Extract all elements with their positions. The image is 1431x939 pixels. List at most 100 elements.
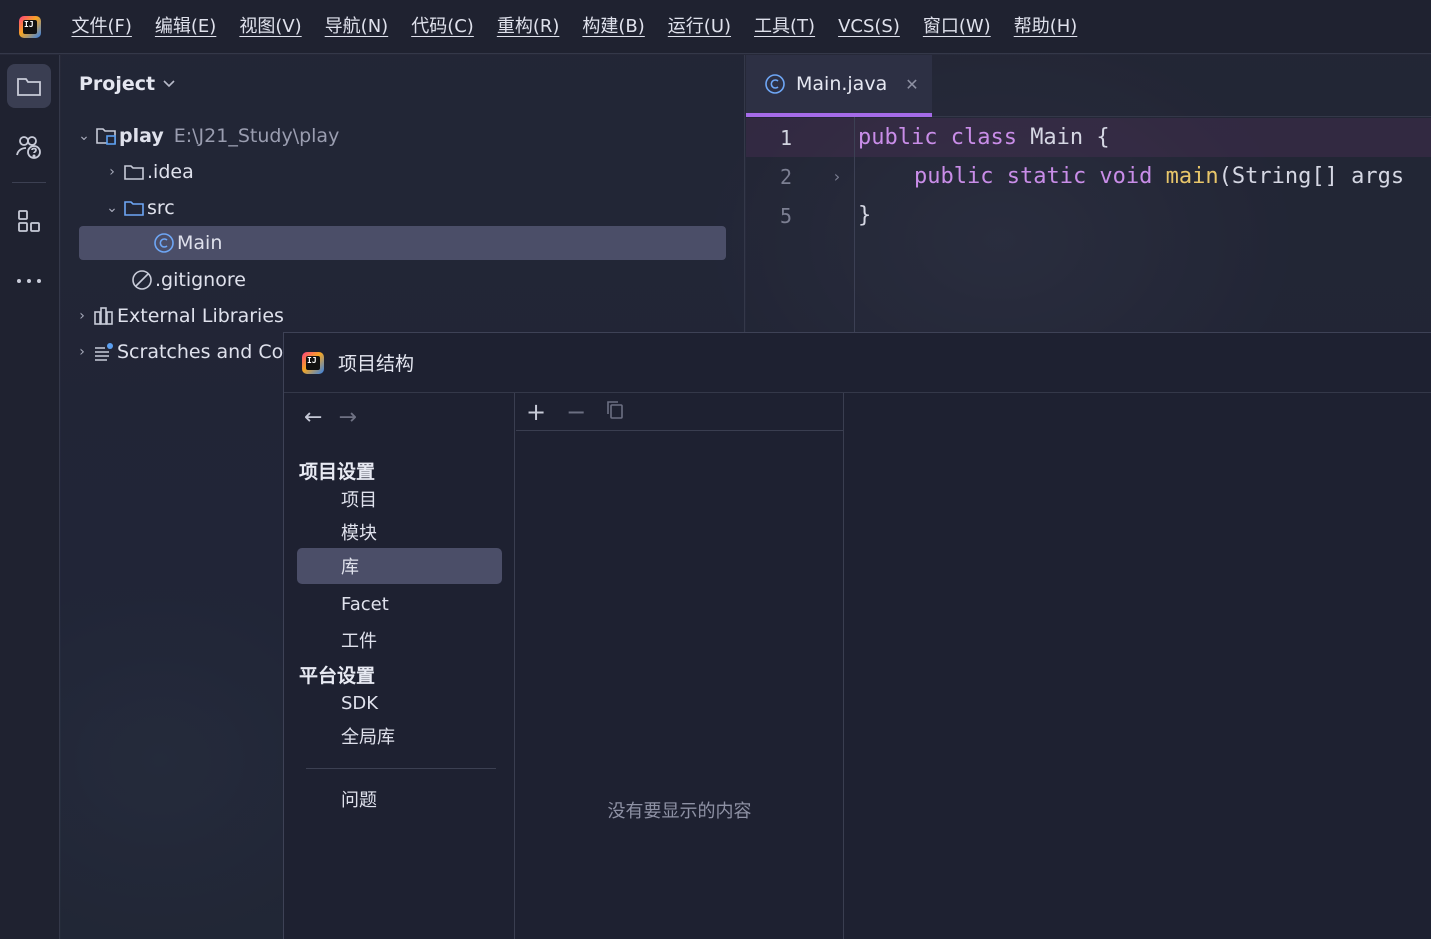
dialog-nav: ← →: [304, 405, 357, 430]
category-item-modules[interactable]: 模块: [297, 514, 502, 550]
root-name: play: [119, 125, 164, 147]
project-structure-dialog: IJ 项目结构 ← → 项目设置 项目 模块 库 Facet 工件 平台设置 S…: [283, 332, 1431, 939]
menu-tools[interactable]: 工具(T): [743, 0, 827, 54]
category-item-facet[interactable]: Facet: [297, 586, 502, 622]
code-text: public class Main {: [858, 125, 1110, 150]
chevron-right-icon[interactable]: ›: [103, 164, 121, 180]
column-divider[interactable]: [514, 393, 515, 939]
menu-code[interactable]: 代码(C): [400, 0, 486, 54]
menu-window[interactable]: 窗口(W): [911, 0, 1002, 54]
category-item-sdk[interactable]: SDK: [297, 685, 502, 721]
tree-item-idea[interactable]: › .idea: [103, 155, 194, 189]
gutter-divider: [854, 117, 855, 333]
tab-label: Main.java: [796, 73, 888, 95]
category-item-libraries[interactable]: 库: [297, 548, 502, 584]
category-item-artifacts[interactable]: 工件: [297, 622, 502, 658]
code-line[interactable]: 5 }: [746, 196, 1431, 235]
code-rest: (String[] args: [1218, 164, 1405, 189]
folder-icon: [17, 78, 41, 96]
module-folder-icon: [93, 126, 119, 146]
column-divider[interactable]: [843, 393, 844, 939]
line-number: 5: [779, 203, 792, 228]
more-dots-icon: [17, 279, 41, 283]
collab-tool-button[interactable]: [7, 125, 51, 169]
ignore-file-icon: [129, 269, 155, 291]
tool-separator: [12, 182, 46, 183]
tree-label: Scratches and Co: [117, 341, 284, 363]
code-rest: Main {: [1030, 125, 1110, 150]
library-toolbar: + −: [516, 393, 843, 431]
panel-title-label: Project: [79, 73, 156, 95]
code-text: public static void main(String[] args: [858, 164, 1404, 189]
tree-item-scratches[interactable]: › Scratches and Co: [73, 335, 283, 369]
dialog-title: 项目结构: [338, 353, 415, 375]
code-editor: Main.java ✕ 1 public class Main { 2 › pu…: [746, 55, 1431, 333]
category-separator: [306, 768, 496, 769]
tree-root[interactable]: ⌄ play E:\J21_Study\play: [75, 119, 339, 153]
empty-state-message: 没有要显示的内容: [607, 801, 752, 822]
code-line[interactable]: 2 › public static void main(String[] arg…: [746, 157, 1431, 196]
tree-label: .gitignore: [155, 269, 246, 291]
menu-edit[interactable]: 编辑(E): [143, 0, 227, 54]
category-item-global-libraries[interactable]: 全局库: [297, 718, 502, 754]
project-panel-title[interactable]: Project: [79, 73, 175, 95]
menu-build[interactable]: 构建(B): [571, 0, 656, 54]
source-folder-icon: [121, 199, 147, 217]
intellij-logo-icon: IJ: [19, 15, 41, 38]
java-class-icon: [765, 74, 785, 94]
code-keyword: public static void: [914, 164, 1166, 189]
category-header-platform-settings: 平台设置: [299, 665, 376, 687]
app-logo[interactable]: IJ: [0, 0, 60, 54]
structure-tool-button[interactable]: [7, 199, 51, 243]
project-tool-button[interactable]: [7, 64, 51, 108]
tree-label: Main: [177, 232, 223, 254]
tree-item-main[interactable]: Main: [79, 226, 726, 260]
folder-icon: [121, 163, 147, 181]
code-function: main: [1165, 164, 1219, 189]
add-icon[interactable]: +: [526, 400, 546, 424]
copy-icon[interactable]: [606, 400, 624, 424]
arrow-left-icon[interactable]: ←: [304, 405, 322, 430]
code-keyword: public class: [858, 125, 1031, 150]
dialog-header[interactable]: IJ 项目结构: [284, 333, 1431, 393]
fold-chevron-icon[interactable]: ›: [832, 167, 842, 186]
intellij-logo-icon: IJ: [302, 351, 324, 374]
menu-file[interactable]: 文件(F): [60, 0, 143, 54]
category-header-project-settings: 项目设置: [299, 461, 376, 483]
chevron-right-icon[interactable]: ›: [73, 344, 91, 360]
chevron-down-icon[interactable]: ⌄: [75, 128, 93, 144]
menu-run[interactable]: 运行(U): [656, 0, 742, 54]
tab-strip-border: [932, 116, 1431, 117]
close-icon[interactable]: ✕: [905, 75, 918, 94]
menu-navigate[interactable]: 导航(N): [313, 0, 400, 54]
tool-strip: [0, 55, 60, 939]
tree-item-gitignore[interactable]: .gitignore: [129, 263, 246, 297]
menu-bar: IJ 文件(F) 编辑(E) 视图(V) 导航(N) 代码(C) 重构(R) 构…: [0, 0, 1431, 54]
people-help-icon: [16, 136, 41, 159]
line-number: 2: [779, 164, 792, 189]
category-item-project[interactable]: 项目: [297, 481, 502, 517]
tree-label: .idea: [147, 161, 194, 183]
code-line[interactable]: 1 public class Main {: [746, 118, 1431, 157]
menu-vcs[interactable]: VCS(S): [827, 0, 912, 54]
menu-view[interactable]: 视图(V): [228, 0, 313, 54]
tree-label: External Libraries: [117, 305, 284, 327]
remove-icon[interactable]: −: [566, 400, 586, 424]
more-tools-button[interactable]: [7, 259, 51, 303]
tree-label: src: [147, 197, 175, 219]
menu-help[interactable]: 帮助(H): [1002, 0, 1089, 54]
chevron-down-icon: [163, 80, 175, 88]
library-icon: [91, 306, 117, 326]
tree-item-external-libraries[interactable]: › External Libraries: [73, 299, 284, 333]
menu-refactor[interactable]: 重构(R): [485, 0, 571, 54]
tree-item-src[interactable]: ⌄ src: [103, 191, 175, 225]
editor-tab-main[interactable]: Main.java ✕: [746, 55, 932, 117]
menu-items: 文件(F) 编辑(E) 视图(V) 导航(N) 代码(C) 重构(R) 构建(B…: [60, 0, 1089, 54]
arrow-right-icon[interactable]: →: [338, 405, 356, 430]
chevron-right-icon[interactable]: ›: [73, 308, 91, 324]
category-item-problems[interactable]: 问题: [297, 781, 502, 817]
scratches-icon: [91, 342, 117, 362]
java-class-icon: [151, 232, 177, 254]
chevron-down-icon[interactable]: ⌄: [103, 200, 121, 216]
grid-blocks-icon: [18, 210, 40, 232]
